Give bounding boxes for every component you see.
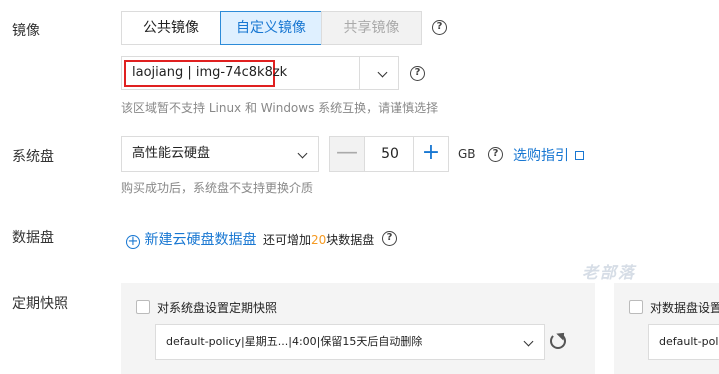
system-disk-help-icon[interactable]: ? [488, 147, 503, 162]
image-help-icon[interactable]: ? [432, 20, 447, 35]
data-disk-note: 还可增加20块数据盘 [263, 231, 374, 248]
note-prefix: 还可增加 [263, 233, 312, 247]
chevron-down-icon [297, 148, 308, 159]
note-count: 20 [311, 233, 327, 247]
chevron-down-icon [377, 67, 388, 78]
external-link-icon [575, 151, 585, 160]
data-snapshot-label: 对数据盘设置 [650, 301, 719, 315]
data-disk-help-icon[interactable]: ? [382, 231, 397, 246]
system-snapshot-policy-select[interactable]: default-policy|星期五...|4:00|保留15天后自动删除 [155, 324, 545, 360]
image-select-help-icon[interactable]: ? [410, 66, 425, 81]
refresh-icon[interactable] [550, 333, 566, 349]
select-divider [359, 57, 360, 89]
tab-custom-image[interactable]: 自定义镜像 [220, 11, 322, 45]
system-snapshot-checkbox[interactable] [136, 300, 150, 314]
image-hint: 该区域暂不支持 Linux 和 Windows 系统互换，请谨慎选择 [121, 101, 439, 115]
decrease-button[interactable]: — [329, 136, 365, 172]
tab-shared-image[interactable]: 共享镜像 [321, 11, 422, 45]
system-snapshot-panel: 对系统盘设置定期快照 default-policy|星期五...|4:00|保留… [121, 283, 595, 374]
image-label: 镜像 [12, 23, 40, 39]
chevron-down-icon [523, 336, 534, 347]
purchase-guide-link[interactable]: 选购指引 [513, 145, 585, 165]
size-unit: GB [458, 147, 476, 161]
data-snapshot-panel: 对数据盘设置 default-policy [614, 283, 719, 374]
system-snapshot-label: 对系统盘设置定期快照 [157, 301, 278, 315]
image-select[interactable]: laojiang | img-74c8k8zk [121, 56, 399, 90]
system-disk-type-value: 高性能云硬盘 [132, 146, 211, 161]
data-disk-label: 数据盘 [12, 230, 54, 246]
image-select-value: laojiang | img-74c8k8zk [132, 65, 288, 80]
watermark: 老部落 [582, 263, 637, 282]
system-disk-size-input[interactable]: 50 [364, 136, 416, 172]
system-snapshot-policy-value: default-policy|星期五...|4:00|保留15天后自动删除 [166, 335, 423, 348]
tab-public-image[interactable]: 公共镜像 [121, 11, 221, 45]
system-disk-label: 系统盘 [12, 149, 54, 165]
purchase-guide-label: 选购指引 [513, 148, 569, 164]
data-snapshot-checkbox[interactable] [629, 300, 643, 314]
system-disk-type-select[interactable]: 高性能云硬盘 [121, 136, 319, 172]
increase-button[interactable]: + [413, 136, 449, 172]
plus-circle-icon: + [126, 234, 140, 249]
snapshot-label: 定期快照 [12, 296, 68, 312]
note-suffix: 块数据盘 [326, 233, 375, 247]
data-snapshot-policy-value: default-policy [659, 335, 719, 348]
data-snapshot-policy-select[interactable]: default-policy [648, 324, 719, 360]
system-disk-hint: 购买成功后，系统盘不支持更换介质 [121, 181, 314, 195]
add-data-disk-link[interactable]: + 新建云硬盘数据盘 [126, 229, 256, 249]
add-data-disk-label: 新建云硬盘数据盘 [144, 232, 257, 248]
